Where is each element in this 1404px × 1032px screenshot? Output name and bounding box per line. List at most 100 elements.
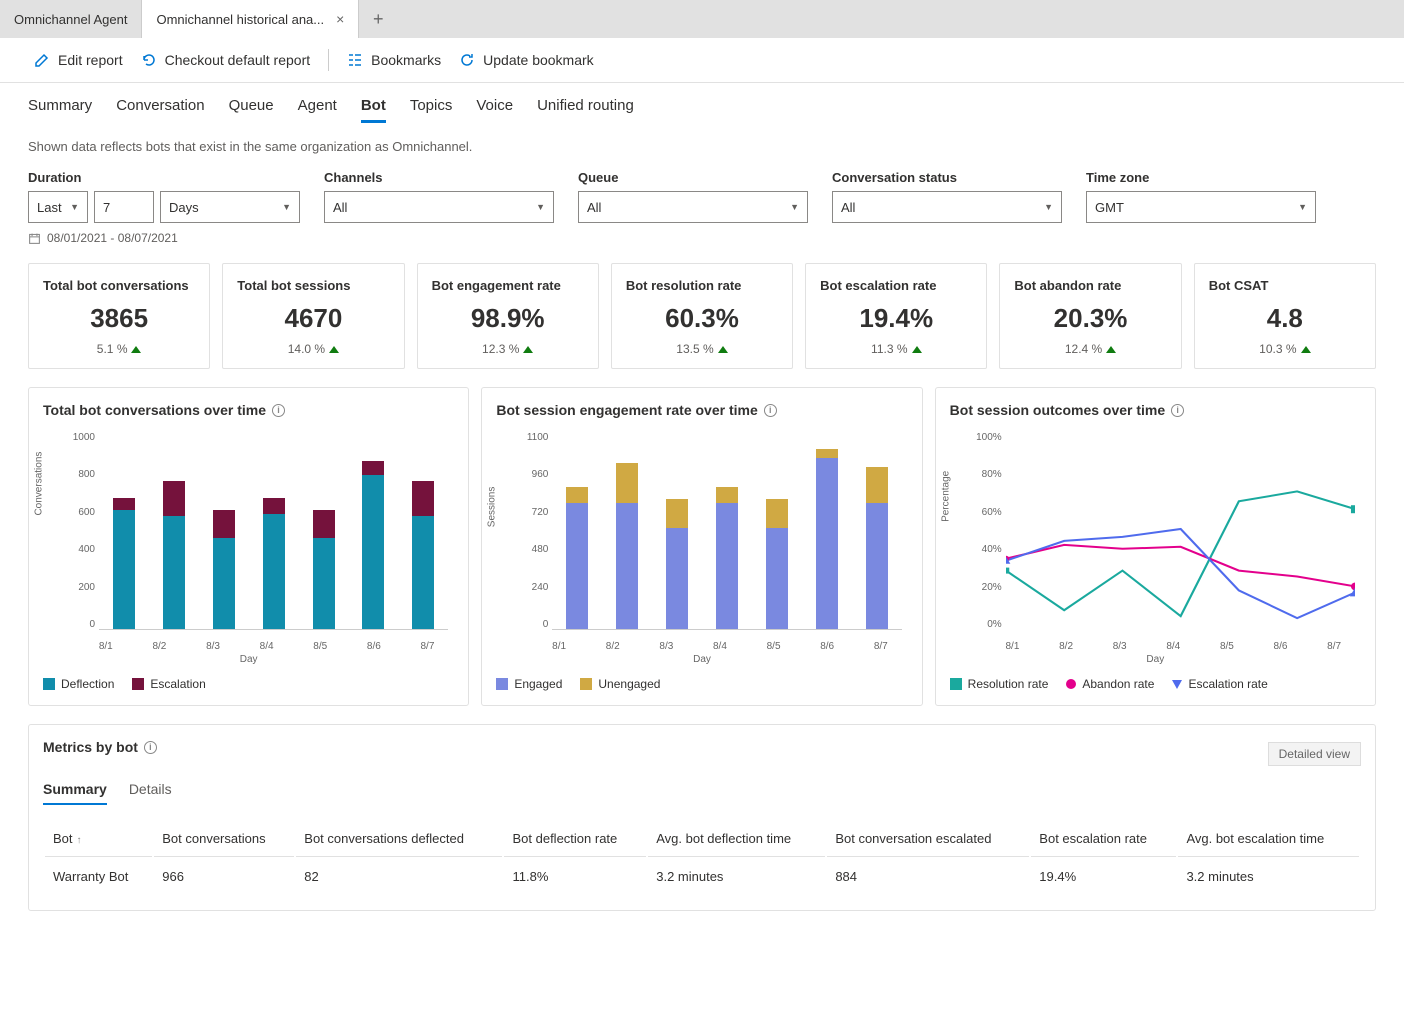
bookmarks-button[interactable]: Bookmarks — [341, 48, 447, 72]
duration-unit-select[interactable]: Days▼ — [160, 191, 300, 223]
kpi-title: Bot escalation rate — [820, 278, 972, 293]
cell: 82 — [296, 859, 502, 894]
kpi-title: Bot engagement rate — [432, 278, 584, 293]
cell: 966 — [154, 859, 294, 894]
bar — [412, 481, 434, 629]
kpi-delta: 13.5 % — [626, 342, 778, 356]
report-tabs: Summary Conversation Queue Agent Bot Top… — [0, 83, 1404, 133]
kpi-value: 60.3% — [626, 303, 778, 334]
bar — [716, 487, 738, 629]
chevron-down-icon: ▼ — [282, 202, 291, 212]
legend-item: Resolution rate — [950, 677, 1049, 691]
chart-engagement-rate: Bot session engagement rate over time i S… — [481, 387, 922, 706]
kpi-card: Total bot conversations 3865 5.1 % — [28, 263, 210, 369]
info-icon[interactable]: i — [1171, 404, 1184, 417]
update-bookmark-button[interactable]: Update bookmark — [453, 48, 600, 72]
info-icon[interactable]: i — [272, 404, 285, 417]
pencil-icon — [34, 52, 50, 68]
chart-title-text: Bot session outcomes over time — [950, 402, 1166, 418]
kpi-value: 4670 — [237, 303, 389, 334]
table-row[interactable]: Warranty Bot9668211.8%3.2 minutes88419.4… — [45, 859, 1359, 894]
kpi-delta: 10.3 % — [1209, 342, 1361, 356]
bar — [866, 467, 888, 629]
cell: 884 — [827, 859, 1029, 894]
info-icon[interactable]: i — [764, 404, 777, 417]
column-header[interactable]: Bot deflection rate — [504, 821, 646, 857]
section-title: Metrics by bot — [43, 739, 138, 755]
cell: 19.4% — [1031, 859, 1176, 894]
column-header[interactable]: Avg. bot escalation time — [1178, 821, 1359, 857]
subtab-details[interactable]: Details — [129, 781, 172, 805]
close-icon[interactable]: × — [336, 11, 344, 27]
bar — [566, 487, 588, 629]
bar — [263, 498, 285, 629]
charts-row: Total bot conversations over timei Conve… — [28, 387, 1376, 706]
x-axis-label: Day — [496, 654, 907, 665]
column-header[interactable]: Bot↑ — [45, 821, 152, 857]
subtab-summary[interactable]: Summary — [43, 781, 107, 805]
kpi-value: 98.9% — [432, 303, 584, 334]
chart-title-text: Bot session engagement rate over time — [496, 402, 757, 418]
kpi-card: Bot abandon rate 20.3% 12.4 % — [999, 263, 1181, 369]
duration-value-input[interactable]: 7 — [94, 191, 154, 223]
toolbar-label: Checkout default report — [165, 52, 311, 68]
tab-unified-routing[interactable]: Unified routing — [537, 97, 634, 123]
queue-label: Queue — [578, 170, 808, 185]
bar — [313, 510, 335, 629]
column-header[interactable]: Bot conversation escalated — [827, 821, 1029, 857]
kpi-title: Bot abandon rate — [1014, 278, 1166, 293]
kpi-title: Total bot conversations — [43, 278, 195, 293]
add-tab-button[interactable]: + — [359, 0, 397, 38]
trend-up-icon — [1106, 346, 1116, 353]
info-icon[interactable]: i — [144, 741, 157, 754]
column-header[interactable]: Bot conversations — [154, 821, 294, 857]
kpi-title: Bot resolution rate — [626, 278, 778, 293]
cell: 3.2 minutes — [1178, 859, 1359, 894]
tab-omnichannel-agent[interactable]: Omnichannel Agent — [0, 0, 142, 38]
legend-item: Escalation rate — [1172, 677, 1267, 691]
channels-select[interactable]: All▼ — [324, 191, 554, 223]
duration-label: Duration — [28, 170, 300, 185]
chart-area: Sessions110096072048024008/18/28/38/48/5… — [496, 432, 907, 652]
bar — [616, 463, 638, 629]
column-header[interactable]: Bot escalation rate — [1031, 821, 1176, 857]
kpi-delta: 14.0 % — [237, 342, 389, 356]
trend-up-icon — [131, 346, 141, 353]
chart-total-conversations: Total bot conversations over timei Conve… — [28, 387, 469, 706]
kpi-card: Total bot sessions 4670 14.0 % — [222, 263, 404, 369]
tab-topics[interactable]: Topics — [410, 97, 453, 123]
filters: Duration Last▼ 7 Days▼ Channels All▼ Que… — [28, 170, 1376, 223]
tab-queue[interactable]: Queue — [229, 97, 274, 123]
tz-select[interactable]: GMT▼ — [1086, 191, 1316, 223]
metrics-table: Bot↑Bot conversationsBot conversations d… — [43, 819, 1361, 896]
tab-summary[interactable]: Summary — [28, 97, 92, 123]
queue-select[interactable]: All▼ — [578, 191, 808, 223]
tab-bot[interactable]: Bot — [361, 97, 386, 123]
tab-agent[interactable]: Agent — [298, 97, 337, 123]
edit-report-button[interactable]: Edit report — [28, 48, 129, 72]
kpi-card: Bot escalation rate 19.4% 11.3 % — [805, 263, 987, 369]
cell: 3.2 minutes — [648, 859, 825, 894]
duration-prefix-select[interactable]: Last▼ — [28, 191, 88, 223]
kpi-value: 19.4% — [820, 303, 972, 334]
bar — [113, 498, 135, 629]
tab-voice[interactable]: Voice — [476, 97, 513, 123]
bar — [816, 449, 838, 629]
kpi-card: Bot resolution rate 60.3% 13.5 % — [611, 263, 793, 369]
kpi-delta: 5.1 % — [43, 342, 195, 356]
legend-item: Unengaged — [580, 677, 660, 691]
kpi-delta: 12.4 % — [1014, 342, 1166, 356]
kpi-card: Bot engagement rate 98.9% 12.3 % — [417, 263, 599, 369]
cell: 11.8% — [504, 859, 646, 894]
trend-up-icon — [718, 346, 728, 353]
chart-area: Percentage100%80%60%40%20%0%8/18/28/38/4… — [950, 432, 1361, 652]
column-header[interactable]: Avg. bot deflection time — [648, 821, 825, 857]
status-select[interactable]: All▼ — [832, 191, 1062, 223]
detailed-view-button[interactable]: Detailed view — [1268, 742, 1361, 766]
checkout-default-button[interactable]: Checkout default report — [135, 48, 317, 72]
column-header[interactable]: Bot conversations deflected — [296, 821, 502, 857]
divider — [328, 49, 329, 71]
x-axis-label: Day — [950, 654, 1361, 665]
tab-conversation[interactable]: Conversation — [116, 97, 204, 123]
tab-historical-analytics[interactable]: Omnichannel historical ana... × — [142, 0, 359, 38]
